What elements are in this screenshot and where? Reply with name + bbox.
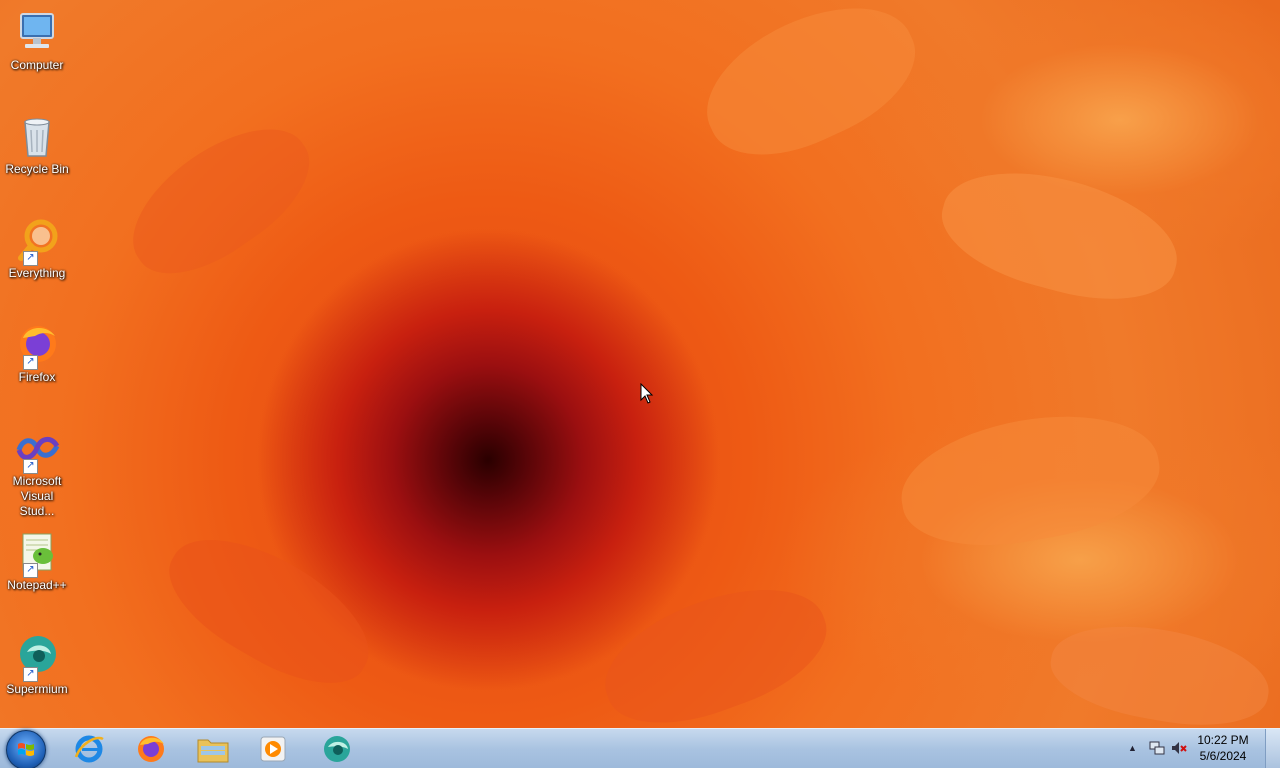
clock-time: 10:22 PM: [1197, 733, 1249, 747]
notepadpp-icon: ↗: [13, 528, 61, 578]
folder-icon: [197, 739, 229, 763]
shortcut-arrow-icon: ↗: [23, 667, 38, 682]
taskbar-file-explorer-button[interactable]: [186, 731, 240, 767]
system-tray: ▲ 10:22 PM 5/6/2024: [1110, 729, 1280, 768]
internet-explorer-icon: [74, 735, 104, 763]
windows-logo-icon: [18, 743, 34, 756]
network-icon[interactable]: [1148, 739, 1166, 757]
desktop-icon-notepadpp[interactable]: ↗ Notepad++: [2, 522, 72, 614]
start-button[interactable]: [6, 730, 46, 768]
taskbar: ▲ 10:22 PM 5/6/2024: [0, 728, 1280, 768]
recycle-bin-icon: [13, 112, 61, 160]
desktop-wallpaper[interactable]: Computer Recycle Bin ↗ Everything ↗ Fire…: [0, 0, 1280, 728]
taskbar-internet-explorer-button[interactable]: [62, 731, 116, 767]
desktop-icon-computer[interactable]: Computer: [2, 2, 72, 94]
supermium-icon: [324, 736, 350, 762]
desktop-icon-everything[interactable]: ↗ Everything: [2, 210, 72, 302]
supermium-icon: ↗: [13, 632, 61, 682]
desktop-icon-label: Computer: [10, 58, 64, 72]
clock[interactable]: 10:22 PM 5/6/2024: [1188, 732, 1258, 764]
taskbar-firefox-button[interactable]: [124, 731, 178, 767]
shortcut-arrow-icon: ↗: [23, 459, 38, 474]
everything-icon: ↗: [13, 216, 61, 266]
show-hidden-icons-button[interactable]: ▲: [1128, 743, 1137, 753]
desktop-icon-label: Notepad++: [7, 578, 67, 592]
desktop-icon-label: Microsoft Visual Stud...: [12, 474, 62, 518]
desktop-icon-label: Firefox: [18, 370, 56, 384]
shortcut-arrow-icon: ↗: [23, 563, 38, 578]
volume-muted-icon[interactable]: [1170, 739, 1188, 757]
visual-studio-icon: ↗: [13, 424, 61, 474]
desktop-icon-firefox[interactable]: ↗ Firefox: [2, 314, 72, 406]
firefox-icon: [138, 736, 164, 762]
media-player-icon: [260, 736, 286, 762]
firefox-icon: ↗: [13, 320, 61, 370]
computer-icon: [13, 8, 61, 56]
taskbar-media-player-button[interactable]: [246, 731, 300, 767]
taskbar-supermium-button[interactable]: [310, 731, 364, 767]
desktop-icon-visual-studio[interactable]: ↗ Microsoft Visual Stud...: [2, 418, 72, 518]
desktop-icon-label: Supermium: [6, 682, 68, 696]
desktop-icon-label: Everything: [8, 266, 66, 280]
desktop-icon-supermium[interactable]: ↗ Supermium: [2, 626, 72, 718]
shortcut-arrow-icon: ↗: [23, 251, 38, 266]
shortcut-arrow-icon: ↗: [23, 355, 38, 370]
desktop-icon-label: Recycle Bin: [5, 162, 69, 176]
desktop-icon-recycle-bin[interactable]: Recycle Bin: [2, 106, 72, 198]
show-desktop-button[interactable]: [1265, 729, 1280, 768]
clock-date: 5/6/2024: [1199, 749, 1247, 763]
mouse-cursor-icon: [640, 383, 654, 404]
